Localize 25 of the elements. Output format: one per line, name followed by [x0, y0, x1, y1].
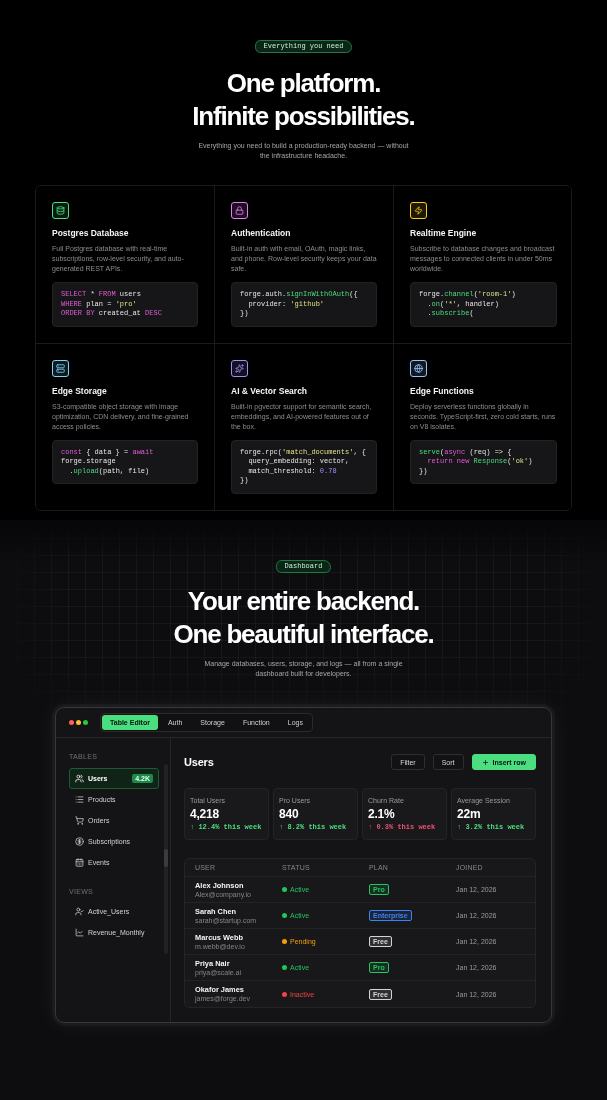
cart-icon	[75, 816, 84, 825]
stat-value: 2.1%	[368, 807, 395, 821]
stat-value: 4,218	[190, 807, 220, 821]
plus-icon	[481, 758, 489, 766]
dollar-circle-icon	[75, 837, 84, 846]
maximize-control-icon[interactable]	[83, 720, 88, 725]
section-heading: Your entire backend. One beautiful interface.	[173, 585, 434, 651]
feature-title: Postgres Database	[52, 228, 129, 239]
minimize-control-icon[interactable]	[76, 720, 81, 725]
users-icon	[75, 774, 84, 783]
page-title: Users	[184, 755, 214, 769]
feature-title: Edge Storage	[52, 385, 107, 397]
stat-value: 840	[279, 807, 299, 821]
feature-title: Authentication	[231, 228, 291, 239]
feature-title: Edge Functions	[410, 385, 474, 397]
line-chart-icon	[75, 928, 84, 937]
scrollbar-thumb[interactable]	[164, 849, 168, 867]
close-control-icon[interactable]	[69, 720, 74, 725]
section-heading: One platform. Infinite possibilities.	[192, 67, 415, 133]
calendar-icon	[75, 858, 84, 867]
feature-title: Realtime Engine	[410, 228, 477, 239]
stat-value: 22m	[457, 807, 481, 821]
user-check-icon	[75, 907, 84, 916]
feature-title: AI & Vector Search	[231, 385, 308, 397]
list-icon	[75, 795, 84, 804]
